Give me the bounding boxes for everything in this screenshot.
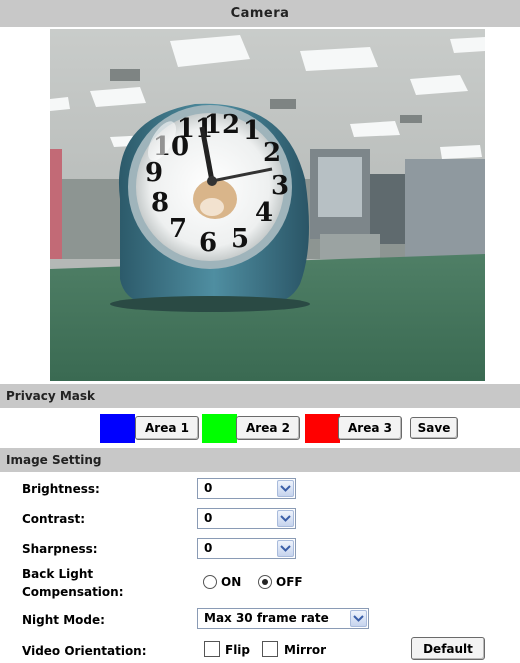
clock-numeral: 5 [231,224,249,254]
video-orientation-label: Video Orientation: [22,644,147,658]
contrast-value: 0 [204,511,213,525]
area-2-button[interactable]: Area 2 [236,416,300,440]
back-light-label-line2: Compensation: [22,585,124,599]
chevron-down-icon [277,510,294,527]
clock-numeral: 4 [255,198,273,228]
brightness-label: Brightness: [22,482,100,496]
chevron-down-icon [277,540,294,557]
clock-numeral: 8 [151,188,169,218]
clock-numeral: 7 [169,214,187,244]
brightness-value: 0 [204,481,213,495]
night-mode-label: Night Mode: [22,613,105,627]
brightness-select[interactable]: 0 [197,478,296,499]
contrast-label: Contrast: [22,512,86,526]
clock-numeral: 1 [243,116,261,146]
mirror-label: Mirror [284,643,327,657]
clock-numeral: 3 [271,171,289,201]
flip-label: Flip [225,643,251,657]
mirror-checkbox[interactable] [262,641,278,657]
camera-scene: 12 1 2 3 4 5 6 7 8 9 10 11 [50,29,485,381]
back-light-on-radio[interactable] [203,575,217,589]
default-button[interactable]: Default [411,637,485,660]
area-1-color-swatch [100,414,135,443]
night-mode-select[interactable]: Max 30 frame rate [197,608,369,629]
area-3-button[interactable]: Area 3 [338,416,402,440]
clock-numeral: 9 [145,158,163,188]
radio-selected-dot [262,579,268,585]
area-2-color-swatch [202,414,237,443]
camera-header: Camera [0,0,520,27]
sharpness-select[interactable]: 0 [197,538,296,559]
clock-numeral: 2 [263,138,281,168]
area-3-color-swatch [305,414,340,443]
privacy-mask-row: Area 1 Area 2 Area 3 Save [100,414,465,443]
back-light-off-label: OFF [276,575,303,589]
image-setting-header: Image Setting [0,448,520,472]
clock-numeral: 11 [177,114,213,144]
chevron-down-icon [277,480,294,497]
clock-numeral: 6 [199,228,217,258]
privacy-mask-header: Privacy Mask [0,384,520,408]
area-1-button[interactable]: Area 1 [135,416,199,440]
back-light-off-radio[interactable] [258,575,272,589]
night-mode-value: Max 30 frame rate [204,611,329,625]
chevron-down-icon [350,610,367,627]
sharpness-value: 0 [204,541,213,555]
sharpness-label: Sharpness: [22,542,98,556]
contrast-select[interactable]: 0 [197,508,296,529]
save-button[interactable]: Save [410,417,458,439]
flip-checkbox[interactable] [204,641,220,657]
back-light-label-line1: Back Light [22,567,94,581]
camera-live-view: 12 1 2 3 4 5 6 7 8 9 10 11 [50,29,485,381]
back-light-on-label: ON [221,575,242,589]
